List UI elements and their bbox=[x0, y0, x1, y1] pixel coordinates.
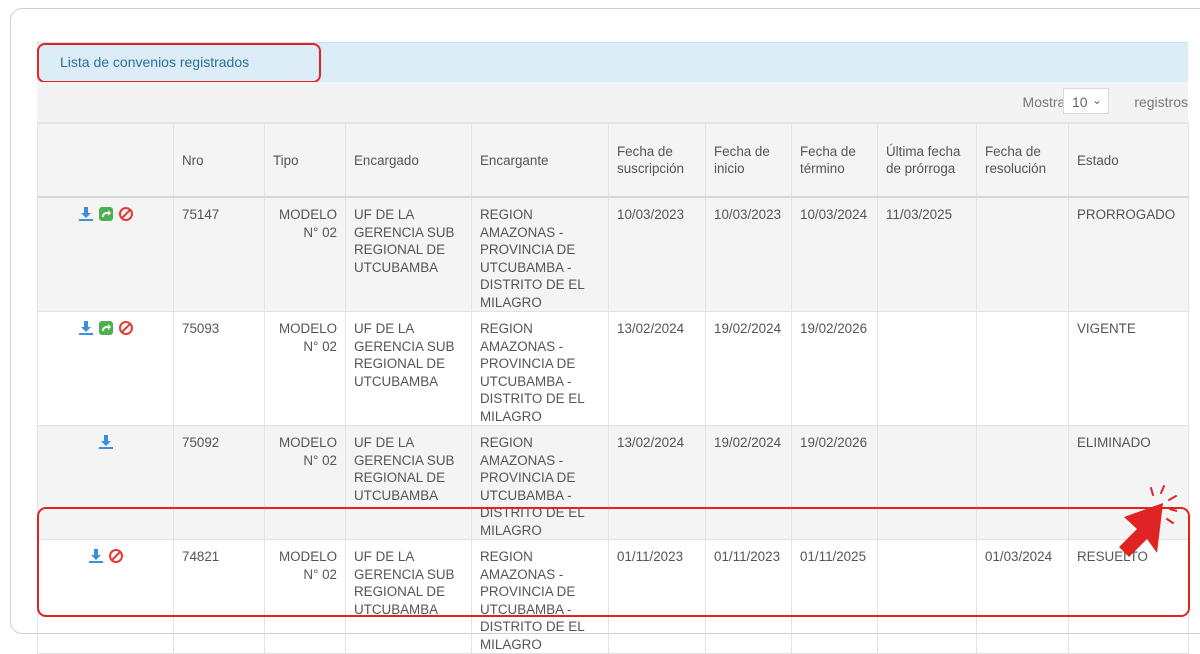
cell-suscripcion: 13/02/2024 bbox=[608, 311, 706, 426]
cell-resolucion bbox=[976, 196, 1069, 312]
col-tipo[interactable]: Tipo bbox=[264, 123, 346, 198]
table-row: 75092 MODELO N° 02 UF DE LA GERENCIA SUB R… bbox=[37, 425, 1189, 540]
cell-encargante: REGION AMAZONAS - PROVINCIA DE UTCUBAMBA… bbox=[471, 311, 609, 426]
cell-prorroga bbox=[877, 425, 977, 540]
col-fecha-inicio[interactable]: Fecha de inicio bbox=[705, 123, 792, 198]
table-row: 75093 MODELO N° 02 UF DE LA GERENCIA SUB R… bbox=[37, 311, 1189, 426]
cell-encargado: UF DE LA GERENCIA SUB REGIONAL DE UTCUBA… bbox=[345, 425, 472, 540]
col-actions bbox=[37, 123, 174, 198]
table-row: 75147 MODELO N° 02 UF DE LA GERENCIA SUB R… bbox=[37, 196, 1189, 312]
cell-estado: VIGENTE bbox=[1068, 311, 1189, 426]
cell-nro: 75092 bbox=[173, 425, 265, 540]
cell-resolucion bbox=[976, 311, 1069, 426]
table-body: 75147 MODELO N° 02 UF DE LA GERENCIA SUB R… bbox=[37, 196, 1189, 654]
col-nro[interactable]: Nro bbox=[173, 123, 265, 198]
cancel-icon[interactable] bbox=[118, 320, 134, 341]
cell-nro: 74821 bbox=[173, 539, 265, 654]
agreements-table: Nro Tipo Encargado Encargante Fecha de s… bbox=[37, 123, 1189, 654]
page-size-value: 10 bbox=[1072, 94, 1088, 110]
cell-encargante: REGION AMAZONAS - PROVINCIA DE UTCUBAMBA… bbox=[471, 425, 609, 540]
cell-encargado: UF DE LA GERENCIA SUB REGIONAL DE UTCUBA… bbox=[345, 196, 472, 312]
cell-prorroga bbox=[877, 311, 977, 426]
cell-inicio: 01/11/2023 bbox=[705, 539, 792, 654]
cell-estado: PRORROGADO bbox=[1068, 196, 1189, 312]
table-row: 74821 MODELO N° 02 UF DE LA GERENCIA SUB R… bbox=[37, 539, 1189, 654]
cell-termino: 01/11/2025 bbox=[791, 539, 878, 654]
cell-encargado: UF DE LA GERENCIA SUB REGIONAL DE UTCUBA… bbox=[345, 539, 472, 654]
cell-suscripcion: 01/11/2023 bbox=[608, 539, 706, 654]
cell-suscripcion: 13/02/2024 bbox=[608, 425, 706, 540]
cell-termino: 19/02/2026 bbox=[791, 425, 878, 540]
cell-inicio: 10/03/2023 bbox=[705, 196, 792, 312]
cell-tipo: MODELO N° 02 bbox=[264, 425, 346, 540]
cell-suscripcion: 10/03/2023 bbox=[608, 196, 706, 312]
cell-encargante: REGION AMAZONAS - PROVINCIA DE UTCUBAMBA… bbox=[471, 196, 609, 312]
cell-resolucion bbox=[976, 425, 1069, 540]
cell-resolucion: 01/03/2024 bbox=[976, 539, 1069, 654]
cell-termino: 19/02/2026 bbox=[791, 311, 878, 426]
col-estado[interactable]: Estado bbox=[1068, 123, 1189, 198]
cell-nro: 75147 bbox=[173, 196, 265, 312]
agreements-panel: Lista de convenios registrados Mostrar 1… bbox=[37, 42, 1190, 654]
cell-prorroga: 11/03/2025 bbox=[877, 196, 977, 312]
cell-inicio: 19/02/2024 bbox=[705, 425, 792, 540]
row-actions bbox=[37, 311, 174, 426]
cell-tipo: MODELO N° 02 bbox=[264, 196, 346, 312]
cell-nro: 75093 bbox=[173, 311, 265, 426]
cell-encargante: REGION AMAZONAS - PROVINCIA DE UTCUBAMBA… bbox=[471, 539, 609, 654]
col-encargante[interactable]: Encargante bbox=[471, 123, 609, 198]
cell-prorroga bbox=[877, 539, 977, 654]
download-icon[interactable] bbox=[78, 320, 94, 341]
row-actions bbox=[37, 539, 174, 654]
cell-tipo: MODELO N° 02 bbox=[264, 311, 346, 426]
renew-icon[interactable] bbox=[98, 320, 114, 341]
row-actions bbox=[37, 196, 174, 312]
col-ultima-prorroga[interactable]: Última fecha de prórroga bbox=[877, 123, 977, 198]
col-fecha-termino[interactable]: Fecha de término bbox=[791, 123, 878, 198]
panel-title: Lista de convenios registrados bbox=[37, 43, 321, 83]
cursor-pointer-icon bbox=[1119, 485, 1177, 557]
cell-termino: 10/03/2024 bbox=[791, 196, 878, 312]
download-icon[interactable] bbox=[88, 548, 104, 569]
cell-encargado: UF DE LA GERENCIA SUB REGIONAL DE UTCUBA… bbox=[345, 311, 472, 426]
col-fecha-suscripcion[interactable]: Fecha de suscripción bbox=[608, 123, 706, 198]
panel-header: Lista de convenios registrados bbox=[37, 42, 1188, 83]
col-encargado[interactable]: Encargado bbox=[345, 123, 472, 198]
page-size-select[interactable]: 10 ⌄ bbox=[1063, 88, 1109, 114]
table-toolbar: Mostrar 10 ⌄ registros bbox=[37, 82, 1188, 123]
chevron-down-icon: ⌄ bbox=[1091, 93, 1102, 107]
download-icon[interactable] bbox=[98, 434, 114, 455]
cancel-icon[interactable] bbox=[118, 206, 134, 227]
records-label: registros bbox=[1134, 94, 1188, 110]
col-fecha-resolucion[interactable]: Fecha de resolución bbox=[976, 123, 1069, 198]
table-header-row: Nro Tipo Encargado Encargante Fecha de s… bbox=[37, 123, 1189, 198]
cell-tipo: MODELO N° 02 bbox=[264, 539, 346, 654]
cell-inicio: 19/02/2024 bbox=[705, 311, 792, 426]
download-icon[interactable] bbox=[78, 206, 94, 227]
renew-icon[interactable] bbox=[98, 206, 114, 227]
cancel-icon[interactable] bbox=[108, 548, 124, 569]
row-actions bbox=[37, 425, 174, 540]
